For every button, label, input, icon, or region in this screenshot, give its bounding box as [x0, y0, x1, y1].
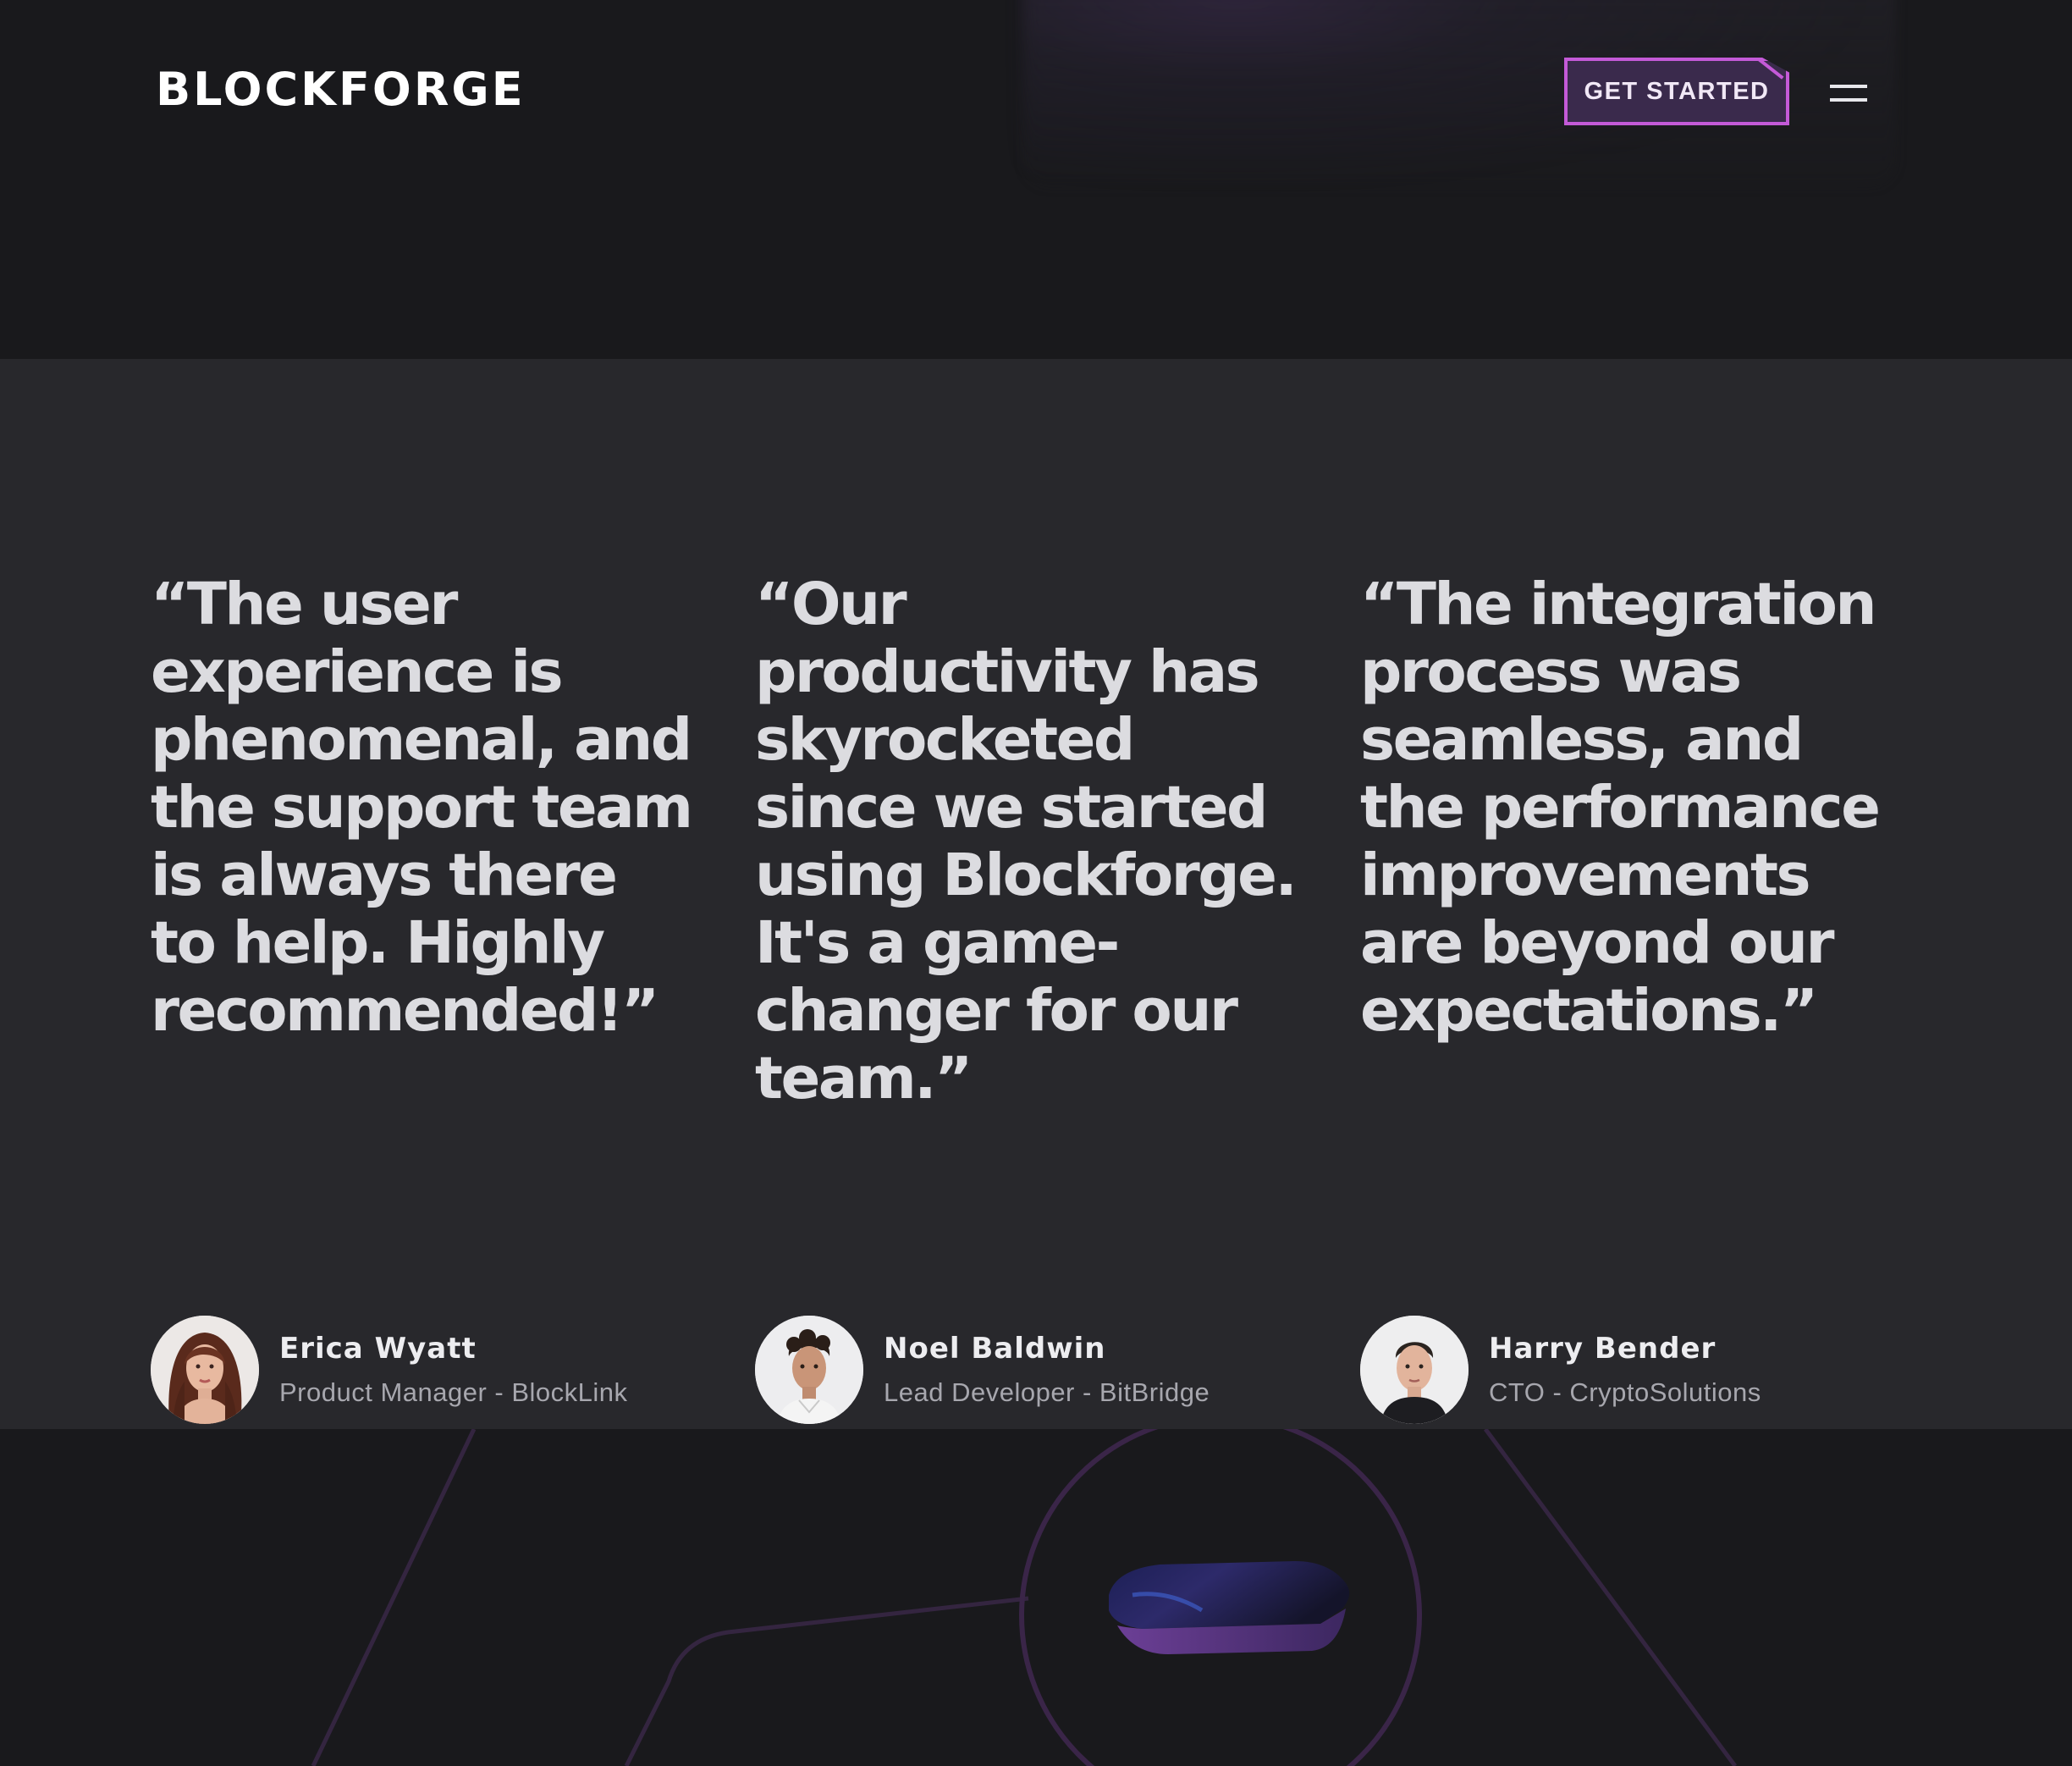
- hero-3d-scene: [0, 1429, 2072, 1766]
- get-started-button[interactable]: GET STARTED: [1564, 58, 1789, 125]
- testimonial-card: “The integration process was seamless, a…: [1360, 571, 1919, 1424]
- menu-icon-bar-top: [1830, 85, 1867, 88]
- testimonial-quote: “The integration process was seamless, a…: [1360, 571, 1881, 1045]
- menu-icon-bar-bottom: [1830, 98, 1867, 102]
- menu-icon[interactable]: [1830, 81, 1867, 107]
- site-header: BLOCKFORGE GET STARTED: [0, 0, 2072, 359]
- testimonial-author: Erica Wyatt Product Manager - BlockLink: [151, 1316, 628, 1424]
- avatar-man-dark-shirt-icon: [1360, 1316, 1469, 1424]
- brand-logo[interactable]: BLOCKFORGE: [156, 63, 526, 116]
- testimonials-section: “The user experience is phenomenal, and …: [0, 359, 2072, 1429]
- testimonial-card: “The user experience is phenomenal, and …: [151, 571, 709, 1424]
- testimonial-quote: “The user experience is phenomenal, and …: [151, 571, 693, 1045]
- page: BLOCKFORGE GET STARTED “The user experie…: [0, 0, 2072, 1766]
- avatar-man-curly-hair-icon: [755, 1316, 863, 1424]
- author-name: Harry Bender: [1489, 1332, 1717, 1366]
- avatar-woman-icon: [151, 1316, 259, 1424]
- author-role: CTO - CryptoSolutions: [1489, 1377, 1761, 1407]
- testimonial-quote: “Our productivity has skyrocketed since …: [755, 571, 1298, 1112]
- author-name: Erica Wyatt: [279, 1332, 477, 1366]
- testimonial-card: “Our productivity has skyrocketed since …: [755, 571, 1314, 1424]
- author-role: Lead Developer - BitBridge: [884, 1377, 1210, 1407]
- author-role: Product Manager - BlockLink: [279, 1377, 628, 1407]
- testimonial-author: Noel Baldwin Lead Developer - BitBridge: [755, 1316, 1210, 1424]
- testimonial-author: Harry Bender CTO - CryptoSolutions: [1360, 1316, 1761, 1424]
- crypto-chip-object: [1109, 1561, 1350, 1654]
- scene-illustration: [311, 1429, 1738, 1766]
- author-name: Noel Baldwin: [884, 1332, 1106, 1366]
